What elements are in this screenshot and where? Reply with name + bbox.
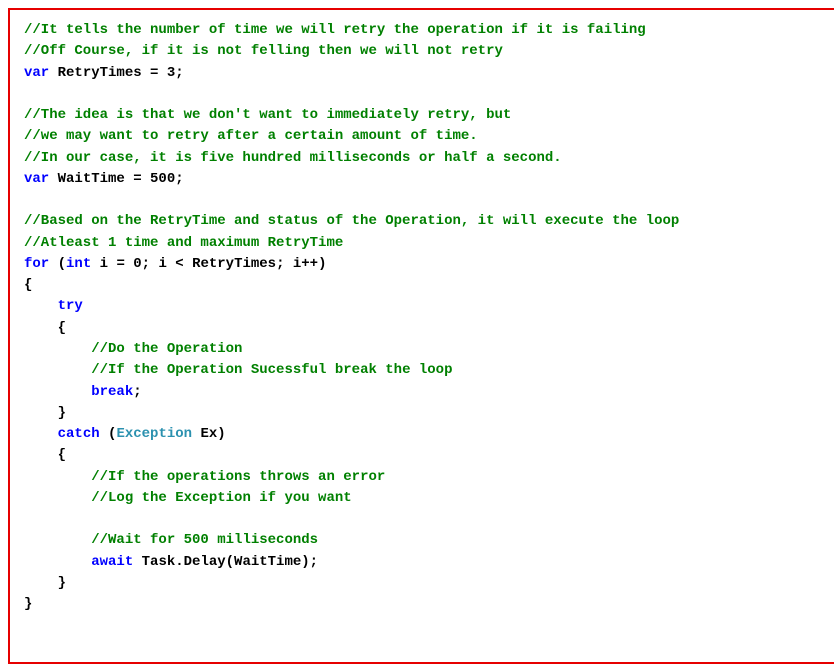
code-text: } [24,405,66,421]
code-text [24,384,91,400]
comment-text: //Do the Operation [91,341,242,357]
code-text: } [24,575,66,591]
code-line: } [24,573,826,594]
comment-text: //If the operations throws an error [91,469,385,485]
code-text: Task.Delay(WaitTime); [133,554,318,570]
keyword-text: var [24,171,49,187]
comment-text: //Off Course, if it is not felling then … [24,43,503,59]
code-line: await Task.Delay(WaitTime); [24,552,826,573]
code-text: ( [49,256,66,272]
keyword-text: for [24,256,49,272]
keyword-text: try [58,298,83,314]
code-line: { [24,275,826,296]
code-line: //Do the Operation [24,339,826,360]
code-text [24,490,91,506]
code-line: { [24,318,826,339]
comment-text: //The idea is that we don't want to imme… [24,107,511,123]
code-line: { [24,445,826,466]
code-line: //The idea is that we don't want to imme… [24,105,826,126]
comment-text: //we may want to retry after a certain a… [24,128,478,144]
code-line: //Based on the RetryTime and status of t… [24,211,826,232]
code-line [24,509,826,530]
code-line: } [24,594,826,615]
code-text [24,469,91,485]
keyword-text: await [91,554,133,570]
code-line: } [24,403,826,424]
code-text: ; [133,384,141,400]
comment-text: //Based on the RetryTime and status of t… [24,213,679,229]
code-line: break; [24,382,826,403]
keyword-text: catch [58,426,100,442]
code-text [24,554,91,570]
code-text [24,532,91,548]
code-text: WaitTime = 500; [49,171,183,187]
code-text [24,362,91,378]
code-line: //In our case, it is five hundred millis… [24,148,826,169]
code-line [24,190,826,211]
code-line: var WaitTime = 500; [24,169,826,190]
comment-text: //Wait for 500 milliseconds [91,532,318,548]
code-text: { [24,277,32,293]
code-line [24,84,826,105]
code-line: //Wait for 500 milliseconds [24,530,826,551]
code-text [24,298,58,314]
code-text: Ex) [192,426,226,442]
keyword-text: break [91,384,133,400]
code-line: catch (Exception Ex) [24,424,826,445]
code-snippet: //It tells the number of time we will re… [8,8,834,664]
code-text: RetryTimes = 3; [49,65,183,81]
code-line: try [24,296,826,317]
code-line: //It tells the number of time we will re… [24,20,826,41]
code-line: for (int i = 0; i < RetryTimes; i++) [24,254,826,275]
comment-text: //Atleast 1 time and maximum RetryTime [24,235,343,251]
code-line: //we may want to retry after a certain a… [24,126,826,147]
code-line: //Log the Exception if you want [24,488,826,509]
comment-text: //If the Operation Sucessful break the l… [91,362,452,378]
comment-text: //It tells the number of time we will re… [24,22,646,38]
code-text: { [24,447,66,463]
code-text: ( [100,426,117,442]
type-text: Exception [116,426,192,442]
code-text: i = 0; i < RetryTimes; i++) [91,256,326,272]
code-line: //If the Operation Sucessful break the l… [24,360,826,381]
code-line: //Off Course, if it is not felling then … [24,41,826,62]
code-text [24,426,58,442]
code-line: //If the operations throws an error [24,467,826,488]
code-text: { [24,320,66,336]
comment-text: //In our case, it is five hundred millis… [24,150,562,166]
code-line: var RetryTimes = 3; [24,63,826,84]
code-line: //Atleast 1 time and maximum RetryTime [24,233,826,254]
code-text: } [24,596,32,612]
comment-text: //Log the Exception if you want [91,490,351,506]
keyword-text: var [24,65,49,81]
code-text [24,341,91,357]
keyword-text: int [66,256,91,272]
